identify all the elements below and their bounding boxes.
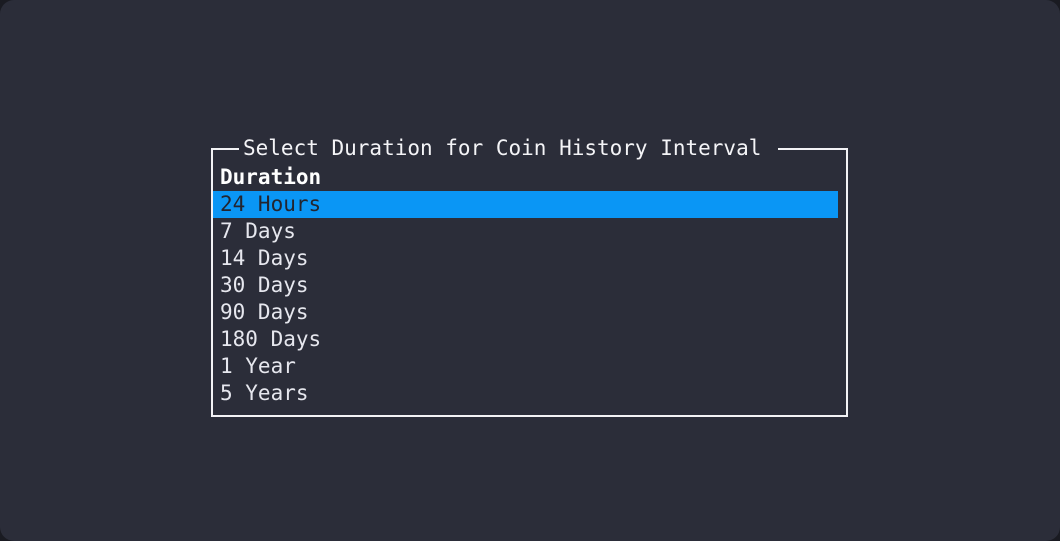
list-item-label: 90 Days (220, 300, 309, 324)
list-item-label: 5 Years (220, 381, 309, 405)
list-item[interactable]: 1 Year (213, 353, 838, 380)
dialog-body: Duration 24 Hours 7 Days 14 Days 30 Days… (213, 161, 846, 415)
dialog-top-border-right (778, 148, 846, 150)
dialog-title: Select Duration for Coin History Interva… (243, 136, 762, 160)
list-item-label: 14 Days (220, 246, 309, 270)
list-item[interactable]: 14 Days (213, 245, 838, 272)
list-item[interactable]: 5 Years (213, 380, 838, 407)
list-item-label: 7 Days (220, 219, 296, 243)
duration-option-list[interactable]: 24 Hours 7 Days 14 Days 30 Days 90 Days … (213, 191, 846, 407)
dialog-top-border-left (213, 148, 239, 150)
column-header-duration: Duration (220, 165, 322, 189)
list-item-label: 30 Days (220, 273, 309, 297)
list-item-label: 1 Year (220, 354, 296, 378)
list-item-label: 24 Hours (220, 192, 322, 216)
duration-selection-dialog: Select Duration for Coin History Interva… (211, 136, 848, 417)
list-item[interactable]: 180 Days (213, 326, 838, 353)
list-item-label: 180 Days (220, 327, 322, 351)
terminal-screen: Select Duration for Coin History Interva… (0, 0, 1060, 541)
list-item[interactable]: 24 Hours (213, 191, 838, 218)
list-item[interactable]: 30 Days (213, 272, 838, 299)
list-item[interactable]: 90 Days (213, 299, 838, 326)
list-item[interactable]: 7 Days (213, 218, 838, 245)
